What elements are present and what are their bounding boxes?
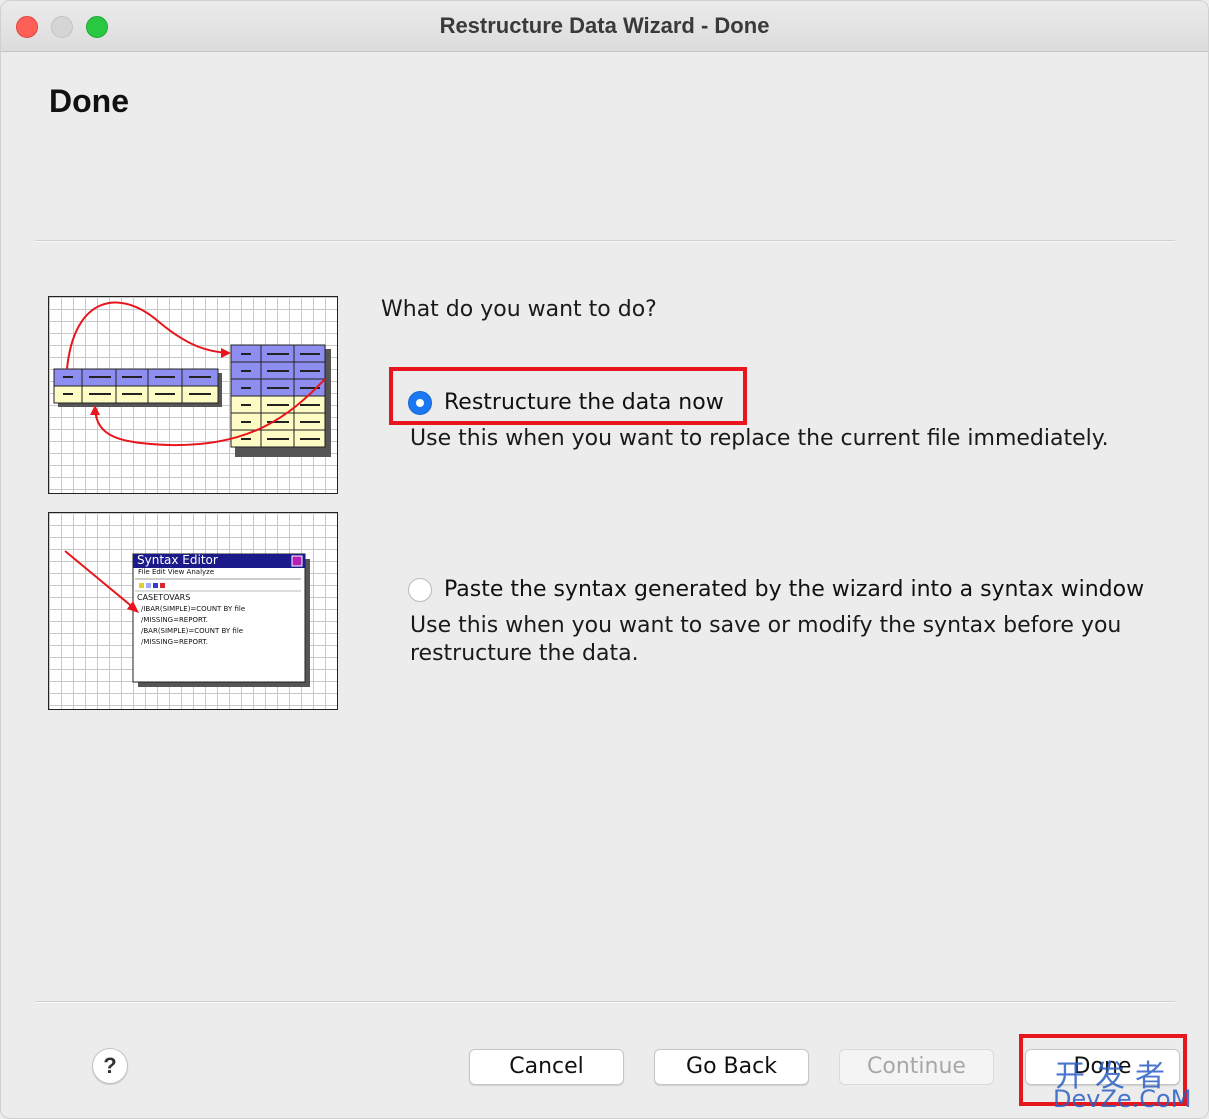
- question-label: What do you want to do?: [381, 297, 657, 322]
- footer-divider: [35, 1001, 1175, 1003]
- header-divider: [35, 240, 1175, 242]
- radio-restructure-now[interactable]: [408, 390, 432, 415]
- svg-text:/BAR(SIMPLE)=COUNT BY file: /BAR(SIMPLE)=COUNT BY file: [141, 627, 243, 635]
- help-button[interactable]: ?: [92, 1048, 128, 1084]
- restructure-data-illustration: [48, 296, 338, 494]
- wizard-window: Restructure Data Wizard - Done Done CASE…: [0, 0, 1209, 1119]
- svg-text:CASETOVARS: CASETOVARS: [137, 593, 190, 602]
- option-restructure-now-label[interactable]: Restructure the data now: [444, 390, 724, 415]
- syntax-editor-title: Syntax Editor: [137, 553, 218, 567]
- go-back-button[interactable]: Go Back: [654, 1049, 809, 1085]
- syntax-editor-graphic: CASETOVARS /IBAR(SIMPLE)=COUNT BY file /…: [64, 550, 310, 687]
- page-heading: Done: [49, 83, 129, 119]
- option-paste-syntax-label[interactable]: Paste the syntax generated by the wizard…: [444, 577, 1144, 602]
- radio-paste-syntax[interactable]: [408, 577, 432, 602]
- syntax-window-illustration: CASETOVARS /IBAR(SIMPLE)=COUNT BY file /…: [48, 512, 338, 710]
- restructure-tables-graphic: [53, 301, 331, 457]
- title-bar: Restructure Data Wizard - Done: [1, 1, 1208, 52]
- option-restructure-now[interactable]: Restructure the data now: [408, 390, 724, 415]
- window-title: Restructure Data Wizard - Done: [439, 13, 770, 38]
- cancel-button[interactable]: Cancel: [469, 1049, 624, 1085]
- site-watermark: 开发者 DevZe.CoM: [1049, 1051, 1208, 1115]
- svg-text:/MISSING=REPORT.: /MISSING=REPORT.: [141, 638, 208, 646]
- watermark-en-text: DevZe.CoM: [1053, 1085, 1192, 1113]
- option-restructure-now-description: Use this when you want to replace the cu…: [410, 426, 1109, 451]
- continue-button: Continue: [839, 1049, 994, 1085]
- option-paste-syntax-description: Use this when you want to save or modify…: [410, 613, 1122, 666]
- syntax-editor-menu: File Edit View Analyze: [138, 568, 215, 576]
- option-paste-syntax[interactable]: Paste the syntax generated by the wizard…: [408, 577, 1144, 602]
- svg-text:/MISSING=REPORT.: /MISSING=REPORT.: [141, 616, 208, 624]
- svg-text:/IBAR(SIMPLE)=COUNT BY file: /IBAR(SIMPLE)=COUNT BY file: [141, 605, 245, 613]
